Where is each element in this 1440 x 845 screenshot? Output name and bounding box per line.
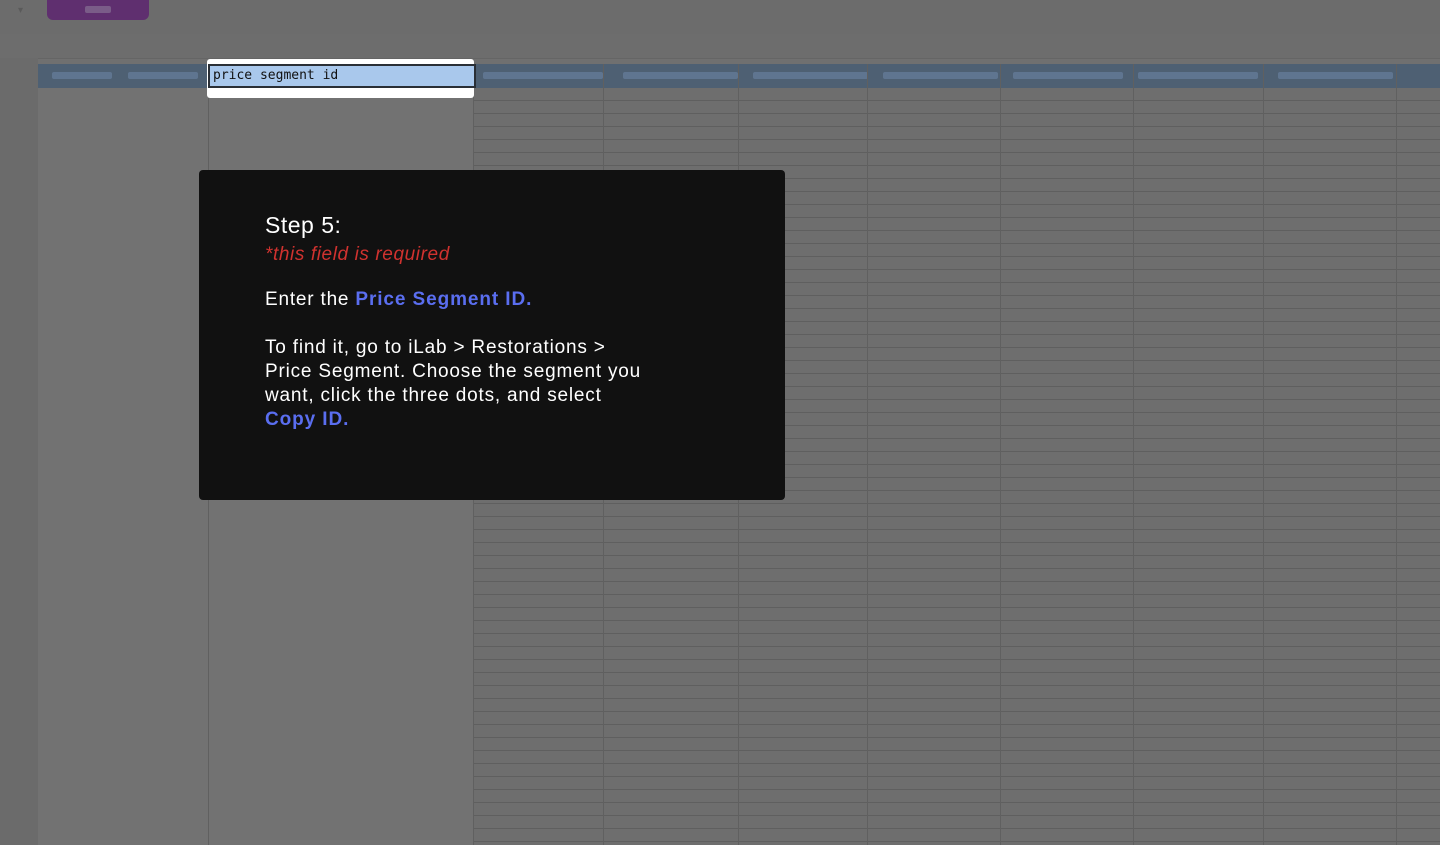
column-divider xyxy=(1133,64,1134,845)
help-line: Price Segment. Choose the segment you xyxy=(265,361,642,382)
help-line: want, click the three dots, and select xyxy=(265,385,602,406)
header-cell xyxy=(753,72,868,79)
required-note: *this field is required xyxy=(265,244,450,265)
chevron-down-icon[interactable]: ▾ xyxy=(18,6,28,16)
instruction-prefix: Enter the xyxy=(265,289,356,310)
header-cell xyxy=(128,72,198,79)
header-cell xyxy=(883,72,998,79)
header-cell xyxy=(483,72,603,79)
price-segment-id-cell[interactable]: price segment id xyxy=(208,64,476,88)
copy-id-highlight: Copy ID. xyxy=(265,409,350,430)
header-cell xyxy=(52,72,112,79)
column-divider xyxy=(867,64,868,845)
instruction-paragraph: Enter the Price Segment ID. xyxy=(265,288,685,312)
column-divider xyxy=(1263,64,1264,845)
header-cell xyxy=(623,72,738,79)
header-cell xyxy=(1278,72,1393,79)
column-divider xyxy=(1000,64,1001,845)
row-number-gutter xyxy=(0,58,38,845)
spreadsheet-stage: ▾ price segment id Step 5: *this field i… xyxy=(0,0,1440,845)
tooltip-content: Step 5: *this field is required Enter th… xyxy=(265,210,685,432)
header-cell xyxy=(1013,72,1123,79)
toolbar-button[interactable] xyxy=(47,0,149,20)
help-line: To find it, go to iLab > Restorations > xyxy=(265,337,606,358)
step-tooltip: Step 5: *this field is required Enter th… xyxy=(199,170,785,500)
column-header-bar xyxy=(0,34,1440,86)
price-segment-id-highlight: Price Segment ID. xyxy=(355,289,533,310)
step-title: Step 5: xyxy=(265,212,342,238)
header-cell xyxy=(1138,72,1258,79)
help-paragraph: To find it, go to iLab > Restorations > … xyxy=(265,336,685,432)
toolbar: ▾ xyxy=(0,0,1440,34)
column-divider xyxy=(1396,64,1397,845)
